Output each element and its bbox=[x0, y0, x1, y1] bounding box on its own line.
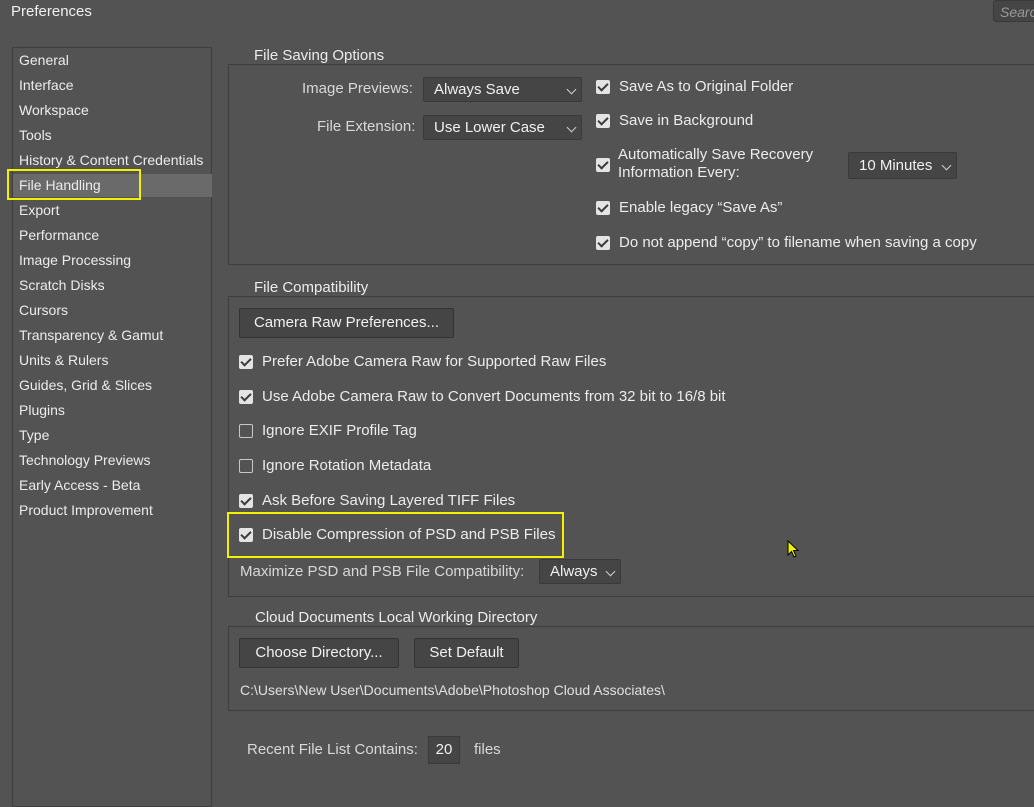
sidebar-item-cursors[interactable]: Cursors bbox=[13, 299, 212, 322]
auto-recovery-checkbox[interactable] bbox=[596, 158, 610, 172]
prefer-acr-checkbox[interactable] bbox=[239, 355, 253, 369]
save-as-original-checkbox[interactable] bbox=[596, 80, 610, 94]
auto-recovery-label-line1: Automatically Save Recovery bbox=[618, 146, 814, 163]
chevron-down-icon bbox=[605, 566, 616, 577]
sidebar-item-transparency-gamut[interactable]: Transparency & Gamut bbox=[13, 324, 212, 347]
auto-recovery-label-line2: Information Every: bbox=[618, 164, 740, 181]
cloud-directory-path: C:\Users\New User\Documents\Adobe\Photos… bbox=[240, 682, 665, 698]
chevron-down-icon bbox=[941, 160, 952, 171]
sidebar-item-guides-grid-slices[interactable]: Guides, Grid & Slices bbox=[13, 374, 212, 397]
recovery-interval-select[interactable]: 10 Minutes bbox=[848, 152, 957, 179]
camera-raw-preferences-button[interactable]: Camera Raw Preferences... bbox=[239, 308, 454, 338]
sidebar-item-product-improvement[interactable]: Product Improvement bbox=[13, 499, 212, 522]
ask-tiff-checkbox[interactable] bbox=[239, 494, 253, 508]
sidebar-item-export[interactable]: Export bbox=[13, 199, 212, 222]
choose-directory-button[interactable]: Choose Directory... bbox=[239, 638, 399, 668]
chevron-down-icon bbox=[566, 122, 577, 133]
file-extension-select[interactable]: Use Lower Case bbox=[423, 115, 582, 140]
file-compat-legend: File Compatibility bbox=[248, 279, 375, 296]
sidebar-item-plugins[interactable]: Plugins bbox=[13, 399, 212, 422]
highlight-disable-compression bbox=[227, 512, 564, 558]
recovery-interval-value: 10 Minutes bbox=[859, 157, 933, 174]
sidebar-item-scratch-disks[interactable]: Scratch Disks bbox=[13, 274, 212, 297]
legacy-save-as-checkbox[interactable] bbox=[596, 201, 610, 215]
title-bar: Preferences Search bbox=[0, 0, 1034, 24]
file-extension-value: Use Lower Case bbox=[434, 119, 545, 136]
recent-files-label: Recent File List Contains: bbox=[247, 741, 418, 758]
sidebar-item-early-access-beta[interactable]: Early Access - Beta bbox=[13, 474, 212, 497]
image-previews-label: Image Previews: bbox=[302, 80, 413, 97]
window-title: Preferences bbox=[11, 3, 92, 20]
sidebar-item-interface[interactable]: Interface bbox=[13, 74, 212, 97]
recent-files-input[interactable]: 20 bbox=[428, 736, 460, 764]
use-acr-convert-checkbox[interactable] bbox=[239, 390, 253, 404]
set-default-button[interactable]: Set Default bbox=[414, 638, 519, 668]
legacy-save-as-label: Enable legacy “Save As” bbox=[619, 199, 783, 216]
ask-tiff-label: Ask Before Saving Layered TIFF Files bbox=[262, 492, 516, 509]
no-copy-append-checkbox[interactable] bbox=[596, 236, 610, 250]
recent-files-suffix: files bbox=[474, 741, 501, 758]
sidebar-item-type[interactable]: Type bbox=[13, 424, 212, 447]
ignore-rotation-checkbox[interactable] bbox=[239, 459, 253, 473]
image-previews-select[interactable]: Always Save bbox=[423, 77, 582, 102]
ignore-exif-label: Ignore EXIF Profile Tag bbox=[262, 422, 417, 439]
file-saving-legend: File Saving Options bbox=[248, 47, 391, 64]
cloud-docs-legend: Cloud Documents Local Working Directory bbox=[249, 609, 544, 626]
sidebar-item-technology-previews[interactable]: Technology Previews bbox=[13, 449, 212, 472]
ignore-rotation-label: Ignore Rotation Metadata bbox=[262, 457, 432, 474]
sidebar-item-general[interactable]: General bbox=[13, 49, 212, 72]
prefer-acr-label: Prefer Adobe Camera Raw for Supported Ra… bbox=[262, 353, 607, 370]
ignore-exif-checkbox[interactable] bbox=[239, 424, 253, 438]
maximize-compat-select[interactable]: Always bbox=[539, 559, 621, 584]
maximize-compat-value: Always bbox=[550, 563, 598, 580]
highlight-file-handling bbox=[7, 169, 141, 200]
no-copy-append-label: Do not append “copy” to filename when sa… bbox=[619, 234, 977, 251]
sidebar-item-workspace[interactable]: Workspace bbox=[13, 99, 212, 122]
search-input[interactable]: Search bbox=[993, 0, 1034, 22]
sidebar-item-performance[interactable]: Performance bbox=[13, 224, 212, 247]
chevron-down-icon bbox=[566, 84, 577, 95]
maximize-compat-label: Maximize PSD and PSB File Compatibility: bbox=[240, 563, 525, 580]
save-background-label: Save in Background bbox=[619, 112, 754, 129]
file-extension-label: File Extension: bbox=[317, 118, 416, 135]
mouse-cursor-icon bbox=[787, 540, 800, 558]
sidebar-item-image-processing[interactable]: Image Processing bbox=[13, 249, 212, 272]
sidebar-item-units-rulers[interactable]: Units & Rulers bbox=[13, 349, 212, 372]
sidebar-item-tools[interactable]: Tools bbox=[13, 124, 212, 147]
save-as-original-label: Save As to Original Folder bbox=[619, 78, 794, 95]
use-acr-convert-label: Use Adobe Camera Raw to Convert Document… bbox=[262, 388, 726, 405]
preferences-sidebar: General Interface Workspace Tools History & … bbox=[12, 47, 212, 807]
image-previews-value: Always Save bbox=[434, 81, 520, 98]
save-background-checkbox[interactable] bbox=[596, 114, 610, 128]
